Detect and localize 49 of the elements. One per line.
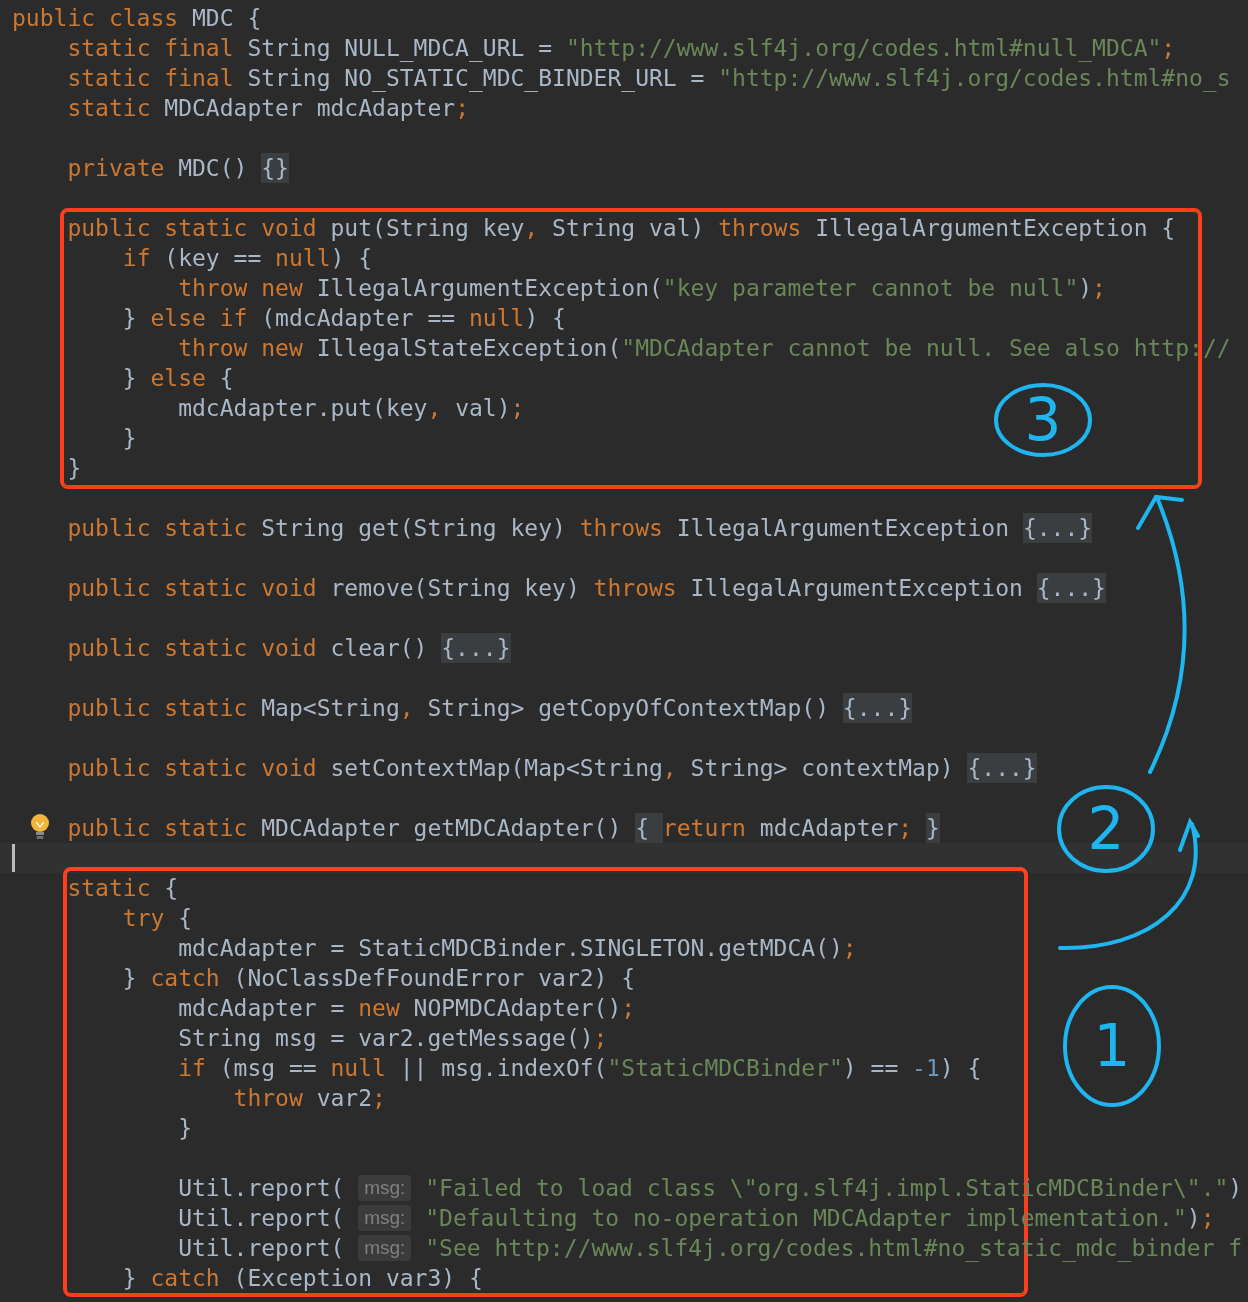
callout-number: 1: [1093, 1012, 1131, 1080]
code-text: throw var2;: [233, 1084, 386, 1113]
code-text: } else if (mdcAdapter == null) {: [122, 304, 566, 333]
folded-code[interactable]: {...}: [441, 633, 511, 663]
callout-number: 3: [1024, 386, 1062, 454]
code-text: public class MDC {: [12, 4, 262, 33]
folded-code[interactable]: {}: [261, 153, 289, 183]
folded-code[interactable]: {...}: [1036, 573, 1106, 603]
parameter-hint: msg:: [358, 1235, 412, 1261]
code-text: static MDCAdapter mdcAdapter;: [67, 94, 469, 123]
parameter-hint: msg:: [358, 1175, 412, 1201]
callout-number: 2: [1087, 795, 1125, 863]
code-text: mdcAdapter.put(key, val);: [178, 394, 525, 423]
code-text: static final String NO_STATIC_MDC_BINDER_URL = "http://www.slf4j.org/codes.html#no_s: [67, 64, 1231, 93]
code-text: }: [67, 454, 82, 483]
code-text: } catch (NoClassDefFoundError var2) {: [122, 964, 636, 993]
code-text: String msg = var2.getMessage();: [178, 1024, 608, 1053]
code-text: public static void setContextMap(Map<String, String> contextMap): [67, 754, 955, 783]
code-text: public static MDCAdapter getMDCAdapter(): [67, 814, 623, 843]
code-text: throw new IllegalArgumentException("key parameter cannot be null");: [178, 274, 1106, 303]
folded-code[interactable]: {: [635, 813, 663, 843]
code-text: Util.report(: [178, 1174, 346, 1203]
code-text: public static String get(String key) throws IllegalArgumentException: [67, 514, 1011, 543]
code-text: mdcAdapter = new NOPMDCAdapter();: [178, 994, 636, 1023]
code-text: static final String NULL_MDCA_URL = "http://www.slf4j.org/codes.html#null_MDCA";: [67, 34, 1176, 63]
code-text: if (key == null) {: [122, 244, 373, 273]
folded-code[interactable]: }: [925, 813, 940, 843]
code-text: static {: [67, 874, 179, 903]
code-text: } else {: [122, 364, 234, 393]
code-text: if (msg == null || msg.indexOf("StaticMDCBinder") == -1) {: [178, 1054, 982, 1083]
code-text: private MDC(): [67, 154, 249, 183]
code-text: public static void remove(String key) throws IllegalArgumentException: [67, 574, 1024, 603]
parameter-hint: msg:: [358, 1205, 412, 1231]
code-text: }: [178, 1114, 193, 1143]
folded-code[interactable]: {...}: [842, 693, 913, 723]
code-text: mdcAdapter = StaticMDCBinder.SINGLETON.getMDCA();: [178, 934, 857, 963]
code-text: public static void clear(): [67, 634, 429, 663]
code-text: public static Map<String, String> getCopyOfContextMap(): [67, 694, 830, 723]
code-text: return mdcAdapter;: [662, 814, 914, 843]
code-text: Util.report(: [178, 1234, 346, 1263]
folded-code[interactable]: {...}: [1022, 513, 1093, 543]
lightbulb-icon[interactable]: [30, 813, 50, 841]
code-text: try {: [122, 904, 193, 933]
code-text: Util.report(: [178, 1204, 346, 1233]
code-text: }: [122, 424, 137, 453]
text-caret: [12, 844, 15, 872]
code-text: } catch (Exception var3) {: [122, 1264, 483, 1293]
code-text: public static void put(String key, String val) throws IllegalArgumentException {: [67, 214, 1176, 243]
folded-code[interactable]: {...}: [967, 753, 1037, 783]
